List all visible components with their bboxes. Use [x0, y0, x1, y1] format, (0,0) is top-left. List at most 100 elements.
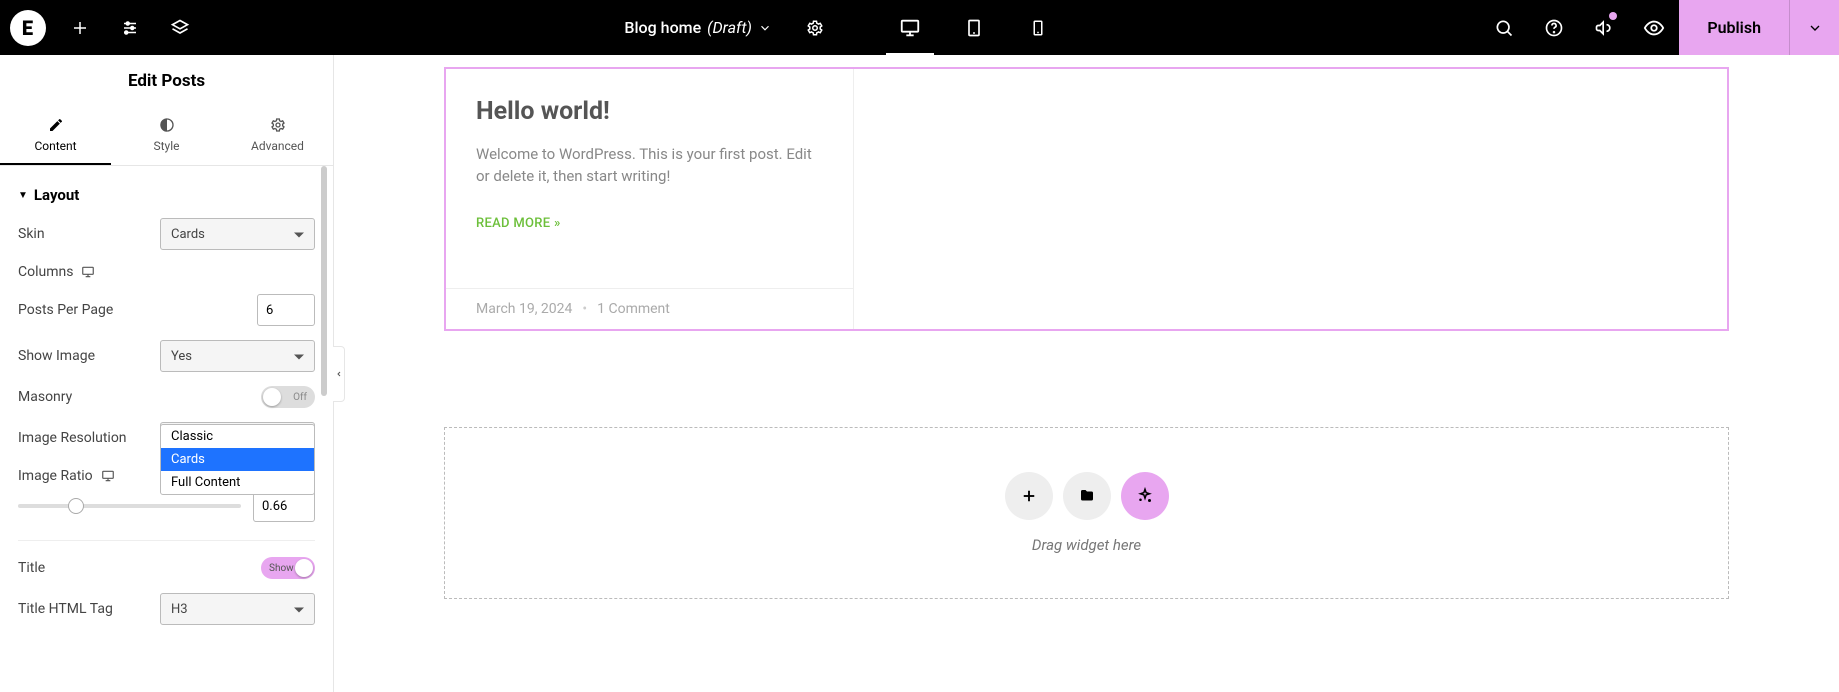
chevron-down-icon: [1807, 20, 1823, 36]
layers-icon: [170, 18, 190, 38]
skin-option-full-content[interactable]: Full Content: [161, 471, 314, 494]
structure-button[interactable]: [155, 0, 205, 55]
preview-button[interactable]: [1629, 0, 1679, 55]
gear-icon: [806, 19, 824, 37]
skin-dropdown-list: Classic Cards Full Content: [160, 424, 315, 495]
control-columns: Columns: [18, 264, 315, 280]
site-settings-button[interactable]: [105, 0, 155, 55]
toggle-knob: [263, 388, 281, 406]
plus-icon: [71, 19, 89, 37]
posts-widget[interactable]: Hello world! Welcome to WordPress. This …: [444, 67, 1729, 331]
sidebar-title: Edit Posts: [0, 55, 333, 105]
megaphone-icon: [1594, 18, 1614, 38]
columns-label: Columns: [18, 264, 95, 280]
title-toggle-label: Show: [269, 563, 294, 574]
topbar-right: Publish: [1479, 0, 1839, 55]
panel-body: ▼ Layout Skin Cards Columns Posts Per Pa…: [0, 166, 333, 692]
post-card-footer: March 19, 2024 • 1 Comment: [446, 288, 853, 329]
widget-dropzone[interactable]: Drag widget here: [444, 427, 1729, 599]
tab-style-label: Style: [153, 139, 179, 153]
help-button[interactable]: [1529, 0, 1579, 55]
help-icon: [1544, 18, 1564, 38]
publish-options-button[interactable]: [1789, 0, 1839, 55]
topbar: E Blog home (Draft): [0, 0, 1839, 55]
toggle-knob: [295, 559, 313, 577]
divider: [18, 540, 315, 541]
document-title-dropdown[interactable]: Blog home (Draft): [614, 18, 782, 37]
topbar-left: E: [0, 0, 205, 55]
title-label: Title: [18, 560, 45, 576]
post-card: Hello world! Welcome to WordPress. This …: [446, 69, 854, 329]
read-more-link[interactable]: READ MORE »: [476, 216, 823, 231]
title-tag-label: Title HTML Tag: [18, 601, 113, 617]
chevron-down-icon: [758, 21, 772, 35]
image-res-label: Image Resolution: [18, 430, 127, 446]
page-settings-button[interactable]: [790, 19, 840, 37]
control-show-image: Show Image Yes: [18, 340, 315, 372]
sidebar-collapse-button[interactable]: [333, 346, 345, 402]
eye-icon: [1643, 17, 1665, 39]
search-icon: [1494, 18, 1514, 38]
folder-icon: [1078, 487, 1096, 505]
add-template-button[interactable]: [1063, 472, 1111, 520]
post-comments: 1 Comment: [597, 301, 670, 317]
desktop-icon: [81, 265, 95, 279]
document-status: (Draft): [707, 18, 752, 37]
control-posts-per-page: Posts Per Page: [18, 294, 315, 326]
editor-sidebar: Edit Posts Content Style Advanced ▼ Layo…: [0, 55, 334, 692]
elementor-logo-button[interactable]: E: [0, 0, 55, 55]
title-toggle[interactable]: Show: [261, 557, 315, 579]
responsive-tabs: [878, 0, 1070, 55]
control-skin: Skin Cards: [18, 218, 315, 250]
section-layout-header[interactable]: ▼ Layout: [18, 166, 315, 218]
masonry-label: Masonry: [18, 389, 72, 405]
whats-new-button[interactable]: [1579, 0, 1629, 55]
tab-advanced[interactable]: Advanced: [222, 105, 333, 165]
skin-label: Skin: [18, 226, 45, 242]
desktop-icon: [101, 469, 115, 483]
skin-select-value: Cards: [171, 227, 205, 242]
main-layout: Edit Posts Content Style Advanced ▼ Layo…: [0, 55, 1839, 692]
add-element-button[interactable]: [55, 0, 105, 55]
editor-canvas: Hello world! Welcome to WordPress. This …: [334, 55, 1839, 692]
plus-icon: [1020, 487, 1038, 505]
post-date: March 19, 2024: [476, 301, 572, 317]
device-tablet-tab[interactable]: [942, 0, 1006, 55]
gear-icon: [270, 117, 286, 133]
show-image-label: Show Image: [18, 348, 95, 364]
panel-tabs: Content Style Advanced: [0, 105, 333, 166]
masonry-toggle-label: Off: [293, 392, 307, 403]
skin-option-cards[interactable]: Cards: [161, 448, 314, 471]
device-mobile-tab[interactable]: [1006, 0, 1070, 55]
skin-select[interactable]: Cards: [160, 218, 315, 250]
pencil-icon: [48, 117, 64, 133]
slider-thumb[interactable]: [68, 498, 84, 514]
device-desktop-tab[interactable]: [878, 0, 942, 55]
posts-per-page-input[interactable]: [257, 294, 315, 326]
tab-content[interactable]: Content: [0, 105, 111, 165]
finder-button[interactable]: [1479, 0, 1529, 55]
control-title: Title Show: [18, 557, 315, 579]
skin-option-classic[interactable]: Classic: [161, 425, 314, 448]
topbar-center: Blog home (Draft): [205, 0, 1479, 55]
publish-label: Publish: [1707, 18, 1761, 37]
post-card-body: Hello world! Welcome to WordPress. This …: [446, 69, 853, 288]
title-tag-select[interactable]: H3: [160, 593, 315, 625]
show-image-select[interactable]: Yes: [160, 340, 315, 372]
publish-button[interactable]: Publish: [1679, 0, 1789, 55]
tab-style[interactable]: Style: [111, 105, 222, 165]
ai-button[interactable]: [1121, 472, 1169, 520]
control-masonry: Masonry Off: [18, 386, 315, 408]
tablet-icon: [964, 18, 984, 38]
post-excerpt: Welcome to WordPress. This is your first…: [476, 144, 823, 188]
tab-content-label: Content: [34, 139, 76, 153]
section-layout-label: Layout: [34, 186, 79, 204]
tab-advanced-label: Advanced: [251, 139, 304, 153]
masonry-toggle[interactable]: Off: [261, 386, 315, 408]
image-ratio-slider[interactable]: [18, 504, 241, 508]
dropzone-text: Drag widget here: [1032, 536, 1141, 554]
add-widget-button[interactable]: [1005, 472, 1053, 520]
image-ratio-label: Image Ratio: [18, 468, 115, 484]
style-icon: [159, 117, 175, 133]
elementor-logo-icon: E: [10, 10, 46, 46]
